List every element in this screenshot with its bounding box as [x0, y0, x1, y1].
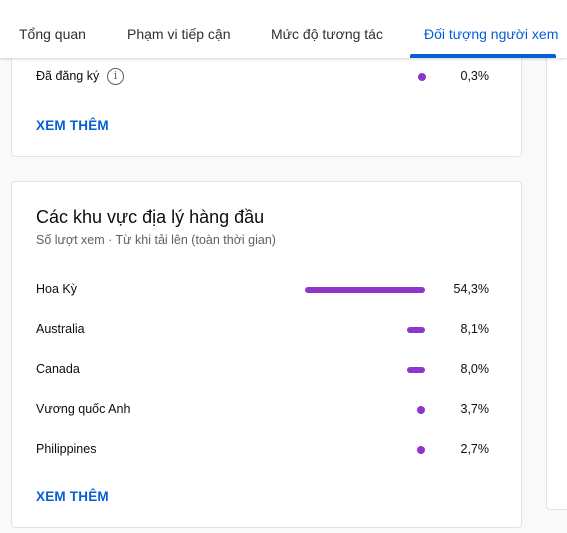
- geo-row-label: Philippines: [36, 442, 97, 456]
- top-geographies-card: Các khu vực địa lý hàng đầu Số lượt xem …: [11, 181, 522, 528]
- side-panel: [546, 40, 567, 510]
- info-icon[interactable]: i: [107, 68, 124, 85]
- see-more-button[interactable]: XEM THÊM: [36, 489, 109, 504]
- card-title: Các khu vực địa lý hàng đầu: [36, 207, 265, 227]
- geo-row-value: 8,0%: [460, 362, 490, 376]
- geo-row-value: 8,1%: [460, 322, 490, 336]
- tab-reach[interactable]: Phạm vi tiếp cận: [127, 26, 231, 42]
- geo-row-label: Canada: [36, 362, 80, 376]
- active-tab-indicator: [410, 54, 556, 58]
- geo-share-bar: [417, 446, 425, 454]
- tab-engagement[interactable]: Mức độ tương tác: [271, 26, 383, 42]
- geo-row-value: 2,7%: [460, 442, 490, 456]
- subscribed-label: Đã đăng ký: [36, 69, 100, 83]
- geo-row-label: Hoa Kỳ: [36, 282, 77, 296]
- tab-audience[interactable]: Đối tượng người xem: [424, 26, 558, 42]
- geo-row-label: Australia: [36, 322, 85, 336]
- see-more-button[interactable]: XEM THÊM: [36, 118, 109, 133]
- geo-row-value: 3,7%: [460, 402, 490, 416]
- geo-share-bar: [305, 287, 425, 293]
- tab-overview[interactable]: Tổng quan: [19, 26, 86, 42]
- geo-row-value: 54,3%: [453, 282, 489, 296]
- subscribed-value: 0,3%: [460, 69, 490, 83]
- geo-share-bar: [407, 327, 425, 333]
- geo-share-bar: [407, 367, 425, 373]
- card-subtitle: Số lượt xem · Từ khi tải lên (toàn thời …: [36, 233, 276, 247]
- subscribed-share-dot: [418, 73, 426, 81]
- geo-row-label: Vương quốc Anh: [36, 402, 131, 416]
- geo-share-bar: [417, 406, 425, 414]
- analytics-tab-bar: Tổng quan Phạm vi tiếp cận Mức độ tương …: [0, 0, 567, 58]
